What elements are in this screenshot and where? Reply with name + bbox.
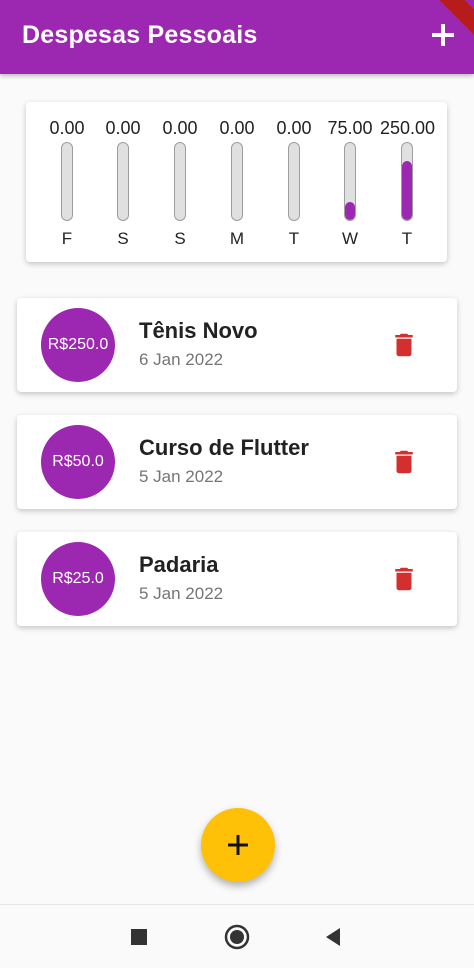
chart-bar-1: 0.00 S [96, 102, 150, 262]
bar-day-label: S [174, 229, 186, 248]
bar-day-label: W [341, 229, 359, 248]
transaction-date: 5 Jan 2022 [139, 467, 224, 486]
transaction-value-avatar: R$50.0 [41, 425, 115, 499]
plus-icon [228, 835, 248, 855]
chart-bar-3: 0.00 M [210, 102, 264, 262]
recents-button[interactable] [124, 922, 154, 952]
delete-transaction-button[interactable] [389, 447, 419, 477]
add-transaction-fab[interactable] [201, 808, 275, 882]
bar-track [174, 142, 186, 221]
bar-value: 0.00 [219, 118, 255, 138]
transaction-date: 6 Jan 2022 [139, 350, 224, 369]
app-bar: Despesas Pessoais [0, 0, 474, 74]
bar-track [401, 142, 413, 221]
trash-icon [395, 333, 413, 357]
transaction-title: Padaria [139, 552, 219, 577]
back-button[interactable] [318, 922, 348, 952]
transaction-card: R$250.0 Tênis Novo 6 Jan 2022 [17, 298, 457, 392]
home-circle-icon [224, 924, 250, 950]
bar-day-label: M [229, 229, 245, 248]
delete-transaction-button[interactable] [389, 564, 419, 594]
transaction-title: Tênis Novo [139, 318, 258, 343]
chart-bar-4: 0.00 T [267, 102, 321, 262]
bar-day-label: F [61, 229, 73, 248]
add-transaction-button[interactable] [426, 18, 460, 52]
home-button[interactable] [222, 922, 252, 952]
chart-bar-0: 0.00 F [40, 102, 94, 262]
transaction-card: R$25.0 Padaria 5 Jan 2022 [17, 532, 457, 626]
bar-value: 0.00 [276, 118, 312, 138]
bar-track [344, 142, 356, 221]
transaction-card: R$50.0 Curso de Flutter 5 Jan 2022 [17, 415, 457, 509]
transaction-value-avatar: R$25.0 [41, 542, 115, 616]
transaction-title: Curso de Flutter [139, 435, 309, 460]
bar-fill [402, 160, 412, 220]
chart-bar-6: 250.00 T [380, 102, 436, 262]
bar-value: 0.00 [49, 118, 85, 138]
delete-transaction-button[interactable] [389, 330, 419, 360]
recents-square-icon [131, 929, 147, 945]
transaction-date: 5 Jan 2022 [139, 584, 224, 603]
transaction-value-avatar: R$250.0 [41, 308, 115, 382]
weekly-chart-card: 0.00 F 0.00 S 0.00 S 0.00 M 0.00 T 75.00… [26, 102, 447, 262]
app-title: Despesas Pessoais [22, 21, 258, 49]
trash-icon [395, 450, 413, 474]
bar-fill [345, 202, 355, 220]
back-triangle-icon [326, 928, 340, 946]
bar-value: 75.00 [327, 118, 373, 138]
bar-day-label: T [288, 229, 300, 248]
bar-day-label: S [117, 229, 129, 248]
trash-icon [395, 567, 413, 591]
bar-track [231, 142, 243, 221]
bar-value: 0.00 [162, 118, 198, 138]
bar-track [288, 142, 300, 221]
system-navigation-bar [0, 904, 474, 968]
bar-track [61, 142, 73, 221]
chart-bar-2: 0.00 S [153, 102, 207, 262]
bar-value: 250.00 [380, 118, 436, 138]
chart-bar-5: 75.00 W [323, 102, 377, 262]
bar-day-label: T [401, 229, 413, 248]
bar-value: 0.00 [105, 118, 141, 138]
bar-track [117, 142, 129, 221]
plus-icon [432, 24, 454, 46]
